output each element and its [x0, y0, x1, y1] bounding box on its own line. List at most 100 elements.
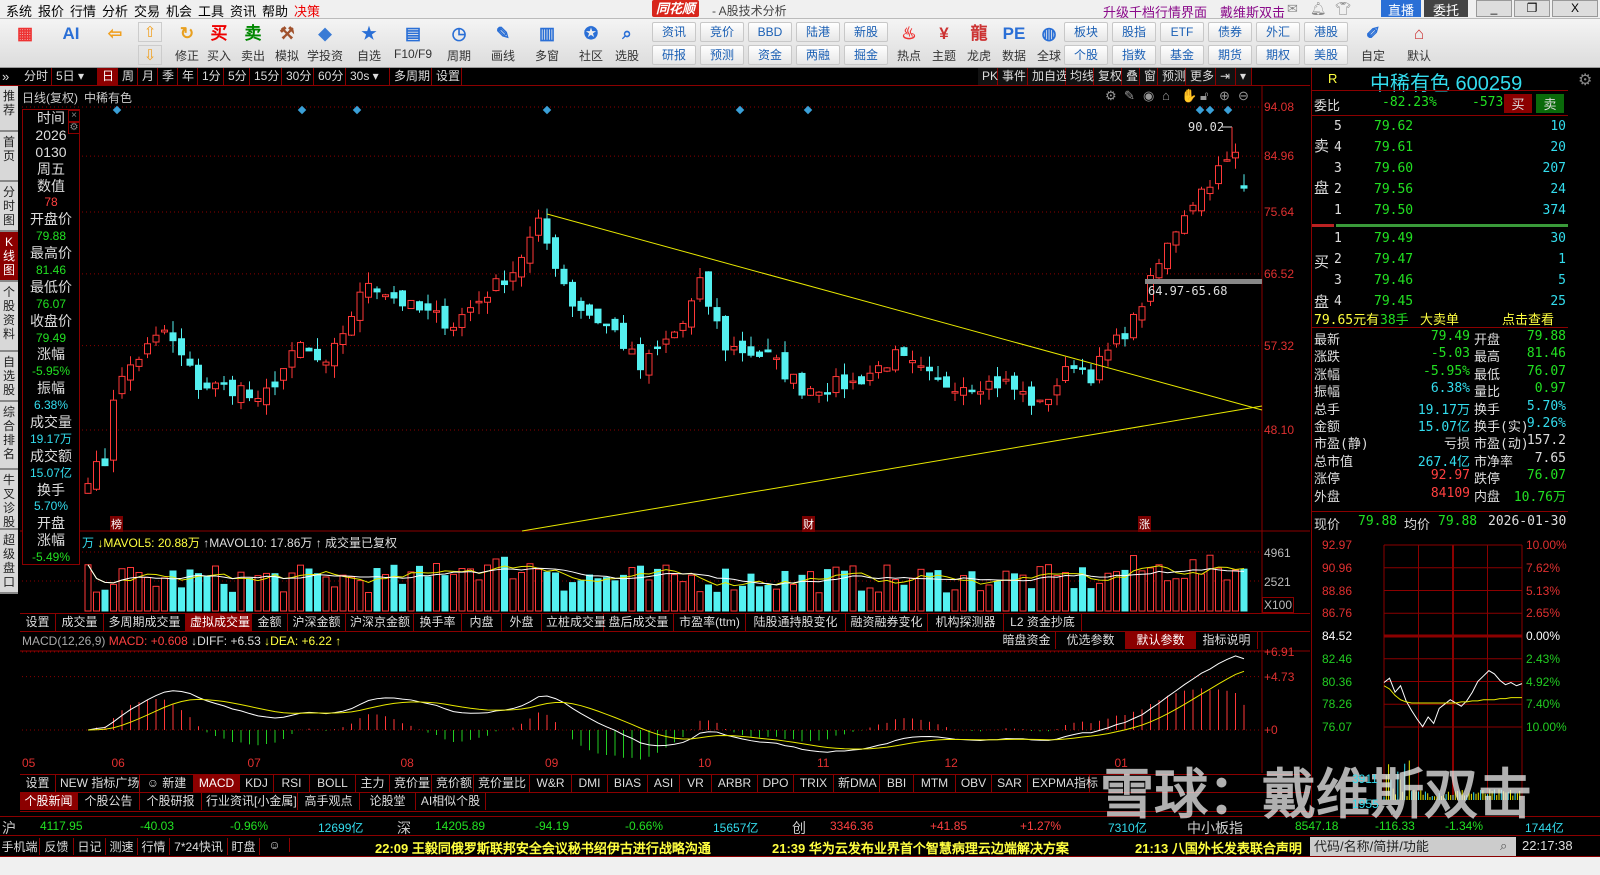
index-name[interactable]: 沪 [2, 818, 16, 838]
hand-icon[interactable]: ✋ [1181, 88, 1197, 104]
period-tab-8[interactable]: 5分 [224, 68, 250, 85]
tab-news_tabs-6[interactable]: AI相似个股 [416, 793, 486, 810]
marker-zhang[interactable]: 涨 [1138, 516, 1151, 532]
chart-tool-7[interactable]: 预测 [1158, 68, 1186, 85]
search-input[interactable]: 代码/名称/简拼/功能 [1310, 837, 1516, 856]
bell-icon[interactable]: 🔔︎ [1310, 1, 1327, 17]
close-button[interactable]: X [1552, 0, 1598, 17]
toolbar-b8[interactable]: ★ 自选 [350, 21, 388, 67]
toolbox-icon[interactable]: ⌂ [1162, 88, 1170, 103]
toolbar-small2-3-1[interactable]: 期货 [1208, 45, 1252, 65]
period-tab-1[interactable]: 5日 ▾ [52, 68, 98, 85]
period-tab-6[interactable]: 年 [178, 68, 198, 85]
status-item[interactable]: 7*24快讯 [170, 838, 228, 855]
tab-volume_tabs-4[interactable]: 金额 [252, 614, 288, 631]
toolbar-small-2-1[interactable]: 资金 [748, 45, 792, 65]
chart-tool-3[interactable]: 均线 [1066, 68, 1094, 85]
settings-gear-icon[interactable]: ⚙ [1578, 70, 1592, 90]
status-item[interactable]: 反馈 [40, 838, 74, 855]
tab-volume_tabs-0[interactable]: 设置 [20, 614, 56, 631]
toolbar-small2-2-1[interactable]: 基金 [1160, 45, 1204, 65]
toolbar-b1[interactable]: AI [52, 21, 90, 67]
period-tab-10[interactable]: 30分 [282, 68, 314, 85]
toolbar-e0[interactable]: ✐ 自定 [1354, 21, 1392, 67]
toolbar-b2[interactable]: ⇦ [96, 21, 134, 67]
toolbar-b13[interactable]: ✪ 社区 [572, 21, 610, 67]
tab-news_tabs-1[interactable]: 个股公告 [78, 793, 140, 810]
skin-icon[interactable]: 👕︎ [1335, 1, 1352, 17]
tab-volume_tabs-3[interactable]: 虚拟成交量 [186, 614, 252, 631]
toolbar-small-0-1[interactable]: 研报 [652, 45, 696, 65]
toolbar-small2-0-1[interactable]: 个股 [1064, 45, 1108, 65]
tab-indicator_tabs-16[interactable]: ARBR [712, 775, 758, 792]
toolbar-small2-2-0[interactable]: ETF [1160, 22, 1204, 42]
chart-tool-2[interactable]: 加自选 [1028, 68, 1068, 85]
minimize-button[interactable]: _ [1476, 0, 1512, 17]
side-tab-7[interactable]: 牛叉诊股 [0, 470, 18, 530]
chart-tool-1[interactable]: 事件 [998, 68, 1028, 85]
marker-bang[interactable]: 榜 [110, 516, 123, 532]
toolbar-m1[interactable]: ¥ 主题 [925, 21, 963, 67]
status-item[interactable]: 测速 [106, 838, 138, 855]
tab-indicator_tabs-2[interactable]: ☺ 新建 [140, 775, 194, 792]
period-tab-9[interactable]: 15分 [250, 68, 282, 85]
tab-indicator_tabs-18[interactable]: TRIX [794, 775, 834, 792]
index-name[interactable]: 中小板指 [1187, 818, 1243, 838]
tab-indicator_tabs-0[interactable]: 设置 [20, 775, 56, 792]
toolbar-small-4-0[interactable]: 新股 [844, 22, 888, 42]
toolbar-small2-5-0[interactable]: 港股 [1304, 22, 1348, 42]
tab-volume_tabs-9[interactable]: 外盘 [502, 614, 542, 631]
toolbar-small2-0-0[interactable]: 板块 [1064, 22, 1108, 42]
side-tab-6[interactable]: 综合排名 [0, 402, 18, 470]
tab-volume_tabs-1[interactable]: 成交量 [56, 614, 104, 631]
toolbar-b5[interactable]: 卖卖出 [234, 21, 272, 67]
chart-tool-6[interactable]: 窗 [1140, 68, 1158, 85]
tab-volume_tabs-6[interactable]: 沪深京金额 [346, 614, 414, 631]
toolbar-b4[interactable]: 买买入 [200, 21, 238, 67]
period-tab-11[interactable]: 60分 [314, 68, 346, 85]
tab-indicator_tabs-13[interactable]: BIAS [608, 775, 648, 792]
tab-indicator_tabs-19[interactable]: 新DMA [834, 775, 880, 792]
zoom-out-icon[interactable]: ⊖ [1238, 88, 1249, 104]
tab-indicator_tabs-3[interactable]: MACD [194, 775, 240, 792]
toolbar-b12[interactable]: ▥ 多窗 [528, 21, 566, 67]
tab-indicator_tabs-7[interactable]: 主力 [356, 775, 390, 792]
tab-indicator_tabs-4[interactable]: KDJ [240, 775, 274, 792]
toolbar-b11[interactable]: ✎ 画线 [484, 21, 522, 67]
chart-tool-10[interactable]: ▾ [1236, 68, 1252, 85]
zoom-in-icon[interactable]: ⊕ [1219, 88, 1230, 104]
tab-volume_tabs-16[interactable]: L2 资金抄底 [1004, 614, 1082, 631]
toolbar-small2-1-0[interactable]: 股指 [1112, 22, 1156, 42]
chart-tool-5[interactable]: 叠 [1122, 68, 1140, 85]
tab-indicator_tabs-6[interactable]: BOLL [310, 775, 356, 792]
toolbar-small-0-0[interactable]: 资讯 [652, 22, 696, 42]
tab-macd_buttons-2[interactable]: 默认参数 [1126, 632, 1196, 649]
tab-volume_tabs-12[interactable]: 市盈率(ttm) [674, 614, 746, 631]
period-tab-12[interactable]: 30s ▾ [346, 68, 390, 85]
big-order-link[interactable]: 点击查看 [1502, 309, 1554, 328]
tab-volume_tabs-5[interactable]: 沪深金额 [288, 614, 346, 631]
period-tab-7[interactable]: 1分 [198, 68, 224, 85]
toolbar-b0[interactable]: ▦ [6, 21, 44, 67]
tab-news_tabs-0[interactable]: 个股新闻 [20, 793, 78, 810]
status-item[interactable]: 盯盘 [228, 838, 260, 855]
tab-macd_buttons-0[interactable]: 暗盘资金 [998, 632, 1056, 649]
marker-cai[interactable]: 财 [802, 516, 815, 532]
index-name[interactable]: 深 [397, 818, 411, 838]
tab-volume_tabs-7[interactable]: 换手率 [414, 614, 462, 631]
toolbar-m0[interactable]: ♨ 热点 [890, 21, 928, 67]
tab-indicator_tabs-10[interactable]: 竞价量比 [474, 775, 530, 792]
side-tab-3[interactable]: K线图 [0, 232, 18, 282]
pen-icon[interactable]: ✎ [1124, 88, 1135, 104]
gear-icon[interactable]: ⚙ [1105, 88, 1117, 104]
index-name[interactable]: 创 [792, 818, 806, 838]
up-button[interactable]: ⇧ [138, 22, 162, 42]
status-item[interactable]: 手机端 [0, 838, 40, 855]
tab-indicator_tabs-1[interactable]: NEW 指标广场 [56, 775, 140, 792]
toolbar-small2-3-0[interactable]: 债券 [1208, 22, 1252, 42]
toolbar-e1[interactable]: ⌂ 默认 [1400, 21, 1438, 67]
buy-button[interactable]: 买 [1504, 94, 1532, 113]
tab-macd_buttons-1[interactable]: 优选参数 [1056, 632, 1126, 649]
side-tab-0[interactable]: 推荐 [0, 86, 18, 132]
side-tab-8[interactable]: 超级盘口 [0, 530, 18, 594]
